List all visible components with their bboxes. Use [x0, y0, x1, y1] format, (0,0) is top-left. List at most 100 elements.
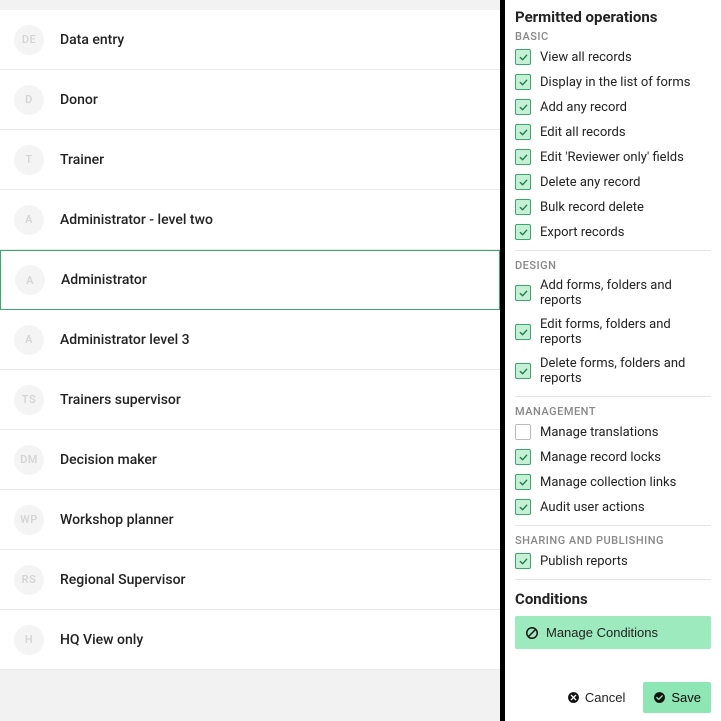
permission-label: Delete forms, folders and reports [540, 356, 711, 386]
cancel-button[interactable]: Cancel [557, 682, 635, 713]
check-icon [518, 556, 529, 567]
permission-row[interactable]: Audit user actions [515, 499, 711, 515]
role-list-panel: DEData entryDDonorTTrainerAAdministrator… [0, 0, 500, 721]
checkbox[interactable] [515, 553, 531, 569]
permission-row[interactable]: Bulk record delete [515, 199, 711, 215]
permission-row[interactable]: Delete forms, folders and reports [515, 356, 711, 386]
permission-row[interactable]: Add forms, folders and reports [515, 278, 711, 308]
footer-actions: Cancel Save [557, 682, 711, 713]
role-item[interactable]: H HQ View only [0, 610, 500, 670]
checkbox[interactable] [515, 474, 531, 490]
role-avatar: A [14, 325, 44, 355]
manage-conditions-label: Manage Conditions [546, 625, 658, 640]
save-button[interactable]: Save [643, 682, 711, 713]
permission-row[interactable]: View all records [515, 49, 711, 65]
manage-conditions-button[interactable]: Manage Conditions [515, 616, 711, 649]
role-avatar: A [15, 265, 45, 295]
check-icon [518, 327, 529, 338]
role-label: Donor [60, 92, 98, 108]
permission-row[interactable]: Edit 'Reviewer only' fields [515, 149, 711, 165]
divider [515, 579, 711, 580]
role-label: Data entry [60, 32, 124, 48]
check-icon [518, 452, 529, 463]
role-list: DEData entryDDonorTTrainerAAdministrator… [0, 10, 500, 670]
role-item[interactable]: RS Regional Supervisor [0, 550, 500, 610]
checkbox[interactable] [515, 124, 531, 140]
check-icon [518, 177, 529, 188]
checkbox[interactable] [515, 74, 531, 90]
checkbox[interactable] [515, 324, 531, 340]
check-icon [518, 502, 529, 513]
checkbox[interactable] [515, 449, 531, 465]
role-label: Administrator [61, 272, 147, 288]
checkbox[interactable] [515, 99, 531, 115]
check-icon [518, 52, 529, 63]
role-item[interactable]: DMDecision maker [0, 430, 500, 490]
permission-row[interactable]: Export records [515, 224, 711, 240]
close-circle-icon [567, 691, 580, 704]
role-avatar: T [14, 145, 44, 175]
permission-label: Add forms, folders and reports [540, 278, 711, 308]
section-basic: View all records Display in the list of f… [515, 49, 711, 240]
conditions-title: Conditions [515, 590, 711, 608]
permission-label: Manage translations [540, 425, 658, 440]
role-label: Regional Supervisor [60, 572, 185, 588]
divider [515, 525, 711, 526]
role-item[interactable]: AAdministrator - level two [0, 190, 500, 250]
permission-row[interactable]: Edit forms, folders and reports [515, 317, 711, 347]
permission-label: Add any record [540, 100, 627, 115]
section-label-design: DESIGN [515, 259, 711, 272]
role-label: HQ View only [60, 632, 143, 648]
check-icon [518, 102, 529, 113]
role-item[interactable]: TS Trainers supervisor [0, 370, 500, 430]
role-item[interactable]: DEData entry [0, 10, 500, 70]
role-avatar: H [14, 625, 44, 655]
checkbox[interactable] [515, 363, 531, 379]
permission-row[interactable]: Add any record [515, 99, 711, 115]
check-icon [518, 288, 529, 299]
role-avatar: RS [14, 565, 44, 595]
checkbox[interactable] [515, 424, 531, 440]
section-label-sharing: SHARING AND PUBLISHING [515, 534, 711, 547]
block-icon [525, 626, 539, 640]
check-icon [518, 227, 529, 238]
permission-label: Edit forms, folders and reports [540, 317, 711, 347]
permission-label: Delete any record [540, 175, 641, 190]
check-icon [518, 202, 529, 213]
permission-label: Edit 'Reviewer only' fields [540, 150, 684, 165]
permission-label: View all records [540, 50, 632, 65]
role-avatar: D [14, 85, 44, 115]
section-design: Add forms, folders and reports Edit forms… [515, 278, 711, 386]
checkbox[interactable] [515, 224, 531, 240]
checkbox[interactable] [515, 285, 531, 301]
section-label-basic: BASIC [515, 30, 711, 43]
section-sharing: Publish reports [515, 553, 711, 569]
role-item[interactable]: TTrainer [0, 130, 500, 190]
checkbox[interactable] [515, 149, 531, 165]
section-management: Manage translations Manage record locks Ma… [515, 424, 711, 515]
role-item[interactable]: AAdministrator level 3 [0, 310, 500, 370]
checkbox[interactable] [515, 174, 531, 190]
role-label: Trainers supervisor [60, 392, 181, 408]
permission-row[interactable]: Delete any record [515, 174, 711, 190]
permission-row[interactable]: Display in the list of forms [515, 74, 711, 90]
permission-row[interactable]: Manage collection links [515, 474, 711, 490]
role-label: Workshop planner [60, 512, 174, 528]
role-avatar: TS [14, 385, 44, 415]
check-icon [518, 127, 529, 138]
permission-label: Publish reports [540, 554, 628, 569]
permission-row[interactable]: Edit all records [515, 124, 711, 140]
panel-title: Permitted operations [515, 8, 711, 26]
permission-label: Audit user actions [540, 500, 645, 515]
checkbox[interactable] [515, 499, 531, 515]
check-icon [518, 366, 529, 377]
checkbox[interactable] [515, 199, 531, 215]
checkbox[interactable] [515, 49, 531, 65]
role-item[interactable]: A Administrator [0, 250, 500, 310]
role-item[interactable]: D Donor [0, 70, 500, 130]
permission-row[interactable]: Manage record locks [515, 449, 711, 465]
divider [515, 250, 711, 251]
permission-row[interactable]: Manage translations [515, 424, 711, 440]
role-item[interactable]: WPWorkshop planner [0, 490, 500, 550]
permission-row[interactable]: Publish reports [515, 553, 711, 569]
